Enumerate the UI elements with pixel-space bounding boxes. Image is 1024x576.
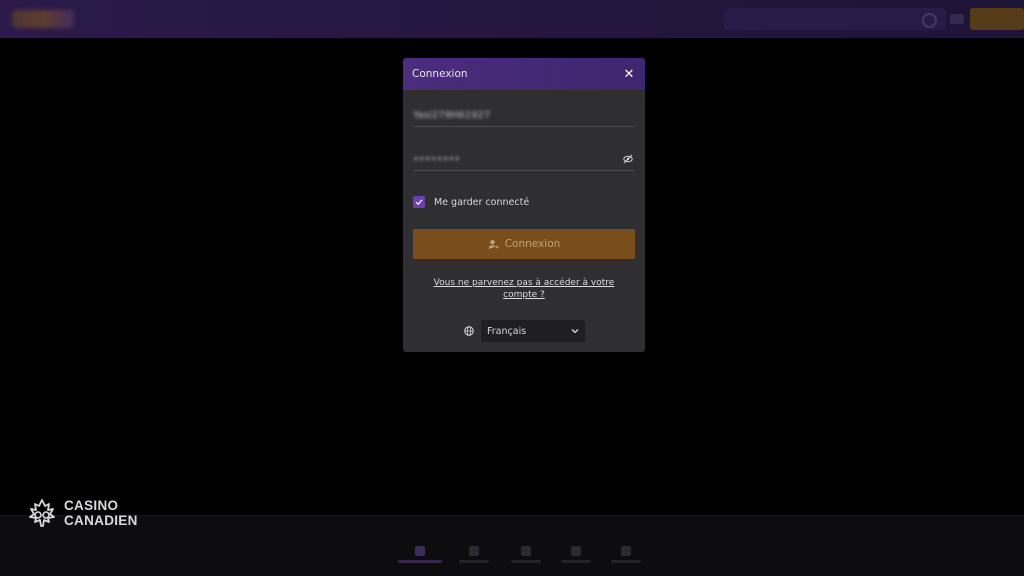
close-icon[interactable]: ✕ bbox=[622, 67, 636, 82]
language-select[interactable]: Français bbox=[481, 320, 585, 342]
chevron-down-icon bbox=[571, 329, 579, 334]
nav-label bbox=[459, 560, 489, 563]
bottom-nav-item-1[interactable] bbox=[398, 546, 442, 574]
modal-title: Connexion bbox=[412, 68, 468, 80]
forgot-link-line-2: compte ? bbox=[503, 290, 545, 300]
user-login-icon bbox=[488, 239, 499, 249]
search-icon[interactable] bbox=[922, 13, 937, 28]
watermark-line-2: CANADIEN bbox=[64, 513, 138, 528]
bottom-navigation bbox=[0, 515, 1024, 576]
top-header bbox=[0, 0, 1024, 38]
nav-label bbox=[611, 560, 641, 563]
nav-label bbox=[511, 560, 541, 563]
modal-header: Connexion ✕ bbox=[403, 58, 645, 90]
remember-me-checkbox[interactable] bbox=[413, 196, 425, 208]
checkmark-icon bbox=[415, 199, 423, 206]
username-input[interactable] bbox=[413, 109, 635, 121]
nav-label bbox=[561, 560, 591, 563]
header-language-icon[interactable] bbox=[950, 14, 964, 24]
language-row: Français bbox=[463, 320, 585, 342]
watermark-line-1: CASINO bbox=[64, 498, 119, 513]
forgot-access-link[interactable]: Vous ne parvenez pas à accéder à votre c… bbox=[429, 277, 619, 301]
password-field-wrapper bbox=[413, 148, 635, 171]
eye-slash-icon[interactable] bbox=[621, 152, 635, 166]
site-logo[interactable] bbox=[12, 10, 74, 28]
login-button-label: Connexion bbox=[504, 238, 561, 250]
nav-icon bbox=[521, 546, 531, 556]
login-modal: Connexion ✕ Me garder connecté Conn bbox=[403, 58, 645, 352]
login-button[interactable]: Connexion bbox=[413, 229, 635, 259]
nav-label bbox=[398, 560, 442, 563]
globe-icon bbox=[463, 325, 475, 337]
nav-icon bbox=[571, 546, 581, 556]
bottom-nav-item-3[interactable] bbox=[508, 546, 544, 574]
forgot-link-line-1: Vous ne parvenez pas à accéder à votre bbox=[433, 278, 615, 288]
bottom-nav-item-2[interactable] bbox=[456, 546, 492, 574]
nav-icon bbox=[621, 546, 631, 556]
password-input[interactable] bbox=[413, 153, 621, 165]
header-search-input[interactable] bbox=[724, 8, 946, 30]
bottom-nav-item-5[interactable] bbox=[608, 546, 644, 574]
remember-me-row: Me garder connecté bbox=[413, 196, 529, 208]
username-field-wrapper bbox=[413, 104, 635, 127]
nav-icon bbox=[415, 546, 425, 556]
language-selected-value: Français bbox=[487, 325, 527, 337]
nav-icon bbox=[469, 546, 479, 556]
remember-me-label[interactable]: Me garder connecté bbox=[434, 197, 529, 208]
bottom-nav-item-4[interactable] bbox=[558, 546, 594, 574]
watermark: CASINO CANADIEN bbox=[28, 498, 138, 528]
header-cta-button[interactable] bbox=[970, 8, 1024, 30]
maple-leaf-icon bbox=[29, 499, 55, 527]
